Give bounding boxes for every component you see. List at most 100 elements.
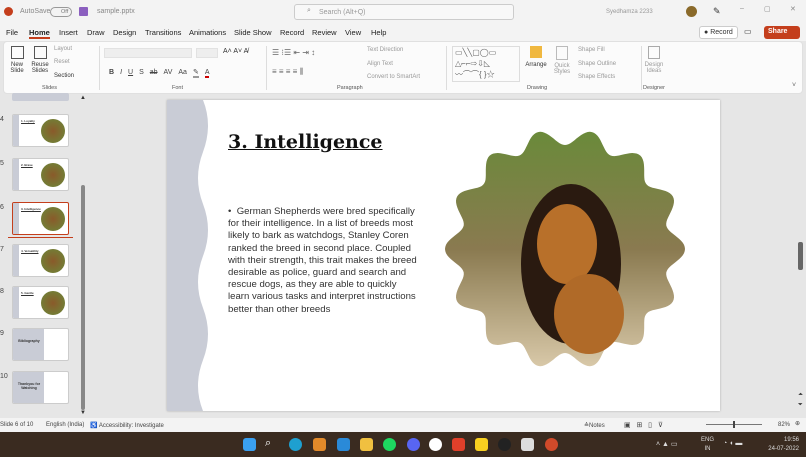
- panel-scrollbar[interactable]: [81, 185, 85, 410]
- powerpoint-taskbar-icon[interactable]: [545, 438, 558, 451]
- slide-thumbnail[interactable]: 4. Versatility: [12, 244, 69, 277]
- underline-button[interactable]: U: [128, 69, 133, 76]
- layout-button[interactable]: Layout: [54, 46, 72, 52]
- menu-animations[interactable]: Animations: [189, 28, 226, 37]
- menu-slide-show[interactable]: Slide Show: [234, 28, 272, 37]
- collapse-ribbon-icon[interactable]: ˅: [792, 82, 796, 89]
- close-icon[interactable]: ✕: [790, 5, 796, 13]
- windows-start-icon[interactable]: [243, 438, 256, 451]
- strikethrough-button[interactable]: ab: [150, 69, 158, 76]
- scroll-up-icon[interactable]: ▲: [80, 95, 86, 101]
- slide-thumbnail[interactable]: 5. Gentle: [12, 286, 69, 319]
- shapes-gallery[interactable]: ▭╲╲▢◯▭ △⌐⌐⇨⇩◺ 〰⌒⌒{ }☆: [452, 46, 520, 82]
- thumbnail-number: 6: [0, 204, 4, 211]
- menu-home[interactable]: Home: [29, 28, 50, 39]
- restore-icon[interactable]: ▢: [764, 5, 771, 13]
- zoom-slider[interactable]: [706, 421, 762, 428]
- font-color-icon[interactable]: A: [204, 69, 210, 78]
- list-buttons[interactable]: ☰ ⁝☰ ⇤ ⇥ ↕: [272, 48, 315, 57]
- design-ideas-button[interactable]: Design Ideas: [642, 46, 666, 74]
- highlight-icon[interactable]: ✎: [192, 69, 199, 78]
- menu-insert[interactable]: Insert: [59, 28, 78, 37]
- zoom-slider-thumb[interactable]: [733, 421, 735, 428]
- font-size-buttons[interactable]: A˄ A˅ A̸: [223, 48, 248, 55]
- clock[interactable]: 19:56 24-07-2022: [763, 436, 799, 454]
- slide-thumbnail[interactable]: 2. Brave: [12, 158, 69, 191]
- font-size-box[interactable]: [196, 48, 218, 58]
- slide-title[interactable]: 3. Intelligence: [228, 131, 383, 153]
- network-volume-battery-icons[interactable]: ◔ ◖ ▬: [723, 440, 742, 447]
- shape-effects-button[interactable]: Shape Effects: [578, 74, 615, 80]
- notepad-icon[interactable]: [521, 438, 534, 451]
- pen-icon[interactable]: ✎: [713, 6, 721, 17]
- char-spacing-button[interactable]: AV: [164, 69, 173, 76]
- menu-transitions[interactable]: Transitions: [145, 28, 181, 37]
- quick-styles-button[interactable]: Quick Styles: [550, 46, 574, 75]
- view-buttons[interactable]: ▣ ⊞ ▯ ⊽: [624, 421, 663, 429]
- menu-record[interactable]: Record: [280, 28, 304, 37]
- menu-draw[interactable]: Draw: [87, 28, 105, 37]
- autosave-toggle[interactable]: Off: [50, 7, 72, 17]
- slide-thumbnail[interactable]: Thankyou for Watching: [12, 371, 69, 404]
- sticky-notes-icon[interactable]: [475, 438, 488, 451]
- minimize-icon[interactable]: –: [740, 5, 744, 12]
- text-direction-button[interactable]: Text Direction: [367, 47, 403, 53]
- httptoolkit-icon[interactable]: [452, 438, 465, 451]
- section-button[interactable]: Section: [54, 73, 74, 79]
- spotify-icon[interactable]: [383, 438, 396, 451]
- vscode-icon[interactable]: [337, 438, 350, 451]
- zoom-level[interactable]: 82%: [778, 422, 790, 428]
- save-icon[interactable]: [79, 7, 88, 16]
- change-case-button[interactable]: Aa: [178, 69, 187, 76]
- align-text-button[interactable]: Align Text: [367, 61, 393, 67]
- filename[interactable]: sample.pptx: [97, 8, 135, 15]
- avatar[interactable]: [686, 6, 697, 17]
- slide-thumbnail[interactable]: Bibliography: [12, 328, 69, 361]
- language[interactable]: English (India): [46, 422, 84, 428]
- comments-icon[interactable]: ▭: [744, 27, 752, 36]
- align-buttons[interactable]: ≡ ≡ ≡ ≡ ⫼: [272, 67, 303, 77]
- accessibility-status[interactable]: ♿ Accessibility: Investigate: [90, 422, 164, 429]
- share-button[interactable]: Share: [764, 26, 800, 39]
- file-explorer-icon[interactable]: [360, 438, 373, 451]
- dog-photo[interactable]: [439, 124, 691, 374]
- bold-button[interactable]: B: [109, 69, 114, 76]
- prev-slide-icon[interactable]: ⏶: [798, 392, 803, 399]
- discord-icon[interactable]: [407, 438, 420, 451]
- shape-fill-button[interactable]: Shape Fill: [578, 47, 605, 53]
- next-slide-icon[interactable]: ⏷: [798, 402, 803, 409]
- fit-slide-icon[interactable]: ⊕: [795, 420, 800, 427]
- slide-thumbnail[interactable]: 3. Intelligence: [12, 202, 69, 235]
- menu-file[interactable]: File: [6, 28, 18, 37]
- search-input[interactable]: ⌕ Search (Alt+Q): [294, 4, 514, 20]
- reset-button[interactable]: Reset: [54, 59, 70, 65]
- menu-design[interactable]: Design: [113, 28, 136, 37]
- terminal-icon[interactable]: [429, 438, 442, 451]
- shadow-button[interactable]: S: [139, 69, 144, 76]
- italic-button[interactable]: I: [120, 69, 122, 76]
- menu-view[interactable]: View: [345, 28, 361, 37]
- menu-help[interactable]: Help: [371, 28, 386, 37]
- convert-smartart-button[interactable]: Convert to SmartArt: [367, 74, 420, 80]
- font-name-box[interactable]: [104, 48, 192, 58]
- input-language[interactable]: ENG IN: [701, 436, 714, 454]
- scroll-down-icon[interactable]: ▼: [80, 410, 86, 416]
- editor-scrollbar-thumb[interactable]: [798, 242, 803, 270]
- reuse-slides-button[interactable]: Reuse Slides: [29, 46, 51, 74]
- menu-review[interactable]: Review: [312, 28, 337, 37]
- slide-body[interactable]: • German Shepherds were bred specificall…: [228, 206, 420, 316]
- record-button[interactable]: ● Record: [699, 26, 738, 39]
- thumbnail-partial[interactable]: [12, 93, 69, 101]
- slide-thumbnail[interactable]: 1. Loyalty: [12, 114, 69, 147]
- thumbnail-title: 5. Gentle: [21, 291, 34, 295]
- slide-canvas[interactable]: 3. Intelligence • German Shepherds were …: [167, 100, 720, 411]
- shape-outline-button[interactable]: Shape Outline: [578, 61, 616, 67]
- tray-icons[interactable]: ˄ ▲ ▭: [656, 440, 678, 448]
- notes-button[interactable]: ≙Notes: [584, 422, 605, 429]
- edge-icon[interactable]: [289, 438, 302, 451]
- new-slide-button[interactable]: New Slide: [6, 46, 28, 74]
- sublime-icon[interactable]: [313, 438, 326, 451]
- arrange-button[interactable]: Arrange: [524, 46, 548, 68]
- app-icon[interactable]: [498, 438, 511, 451]
- search-icon[interactable]: ⌕: [265, 437, 278, 450]
